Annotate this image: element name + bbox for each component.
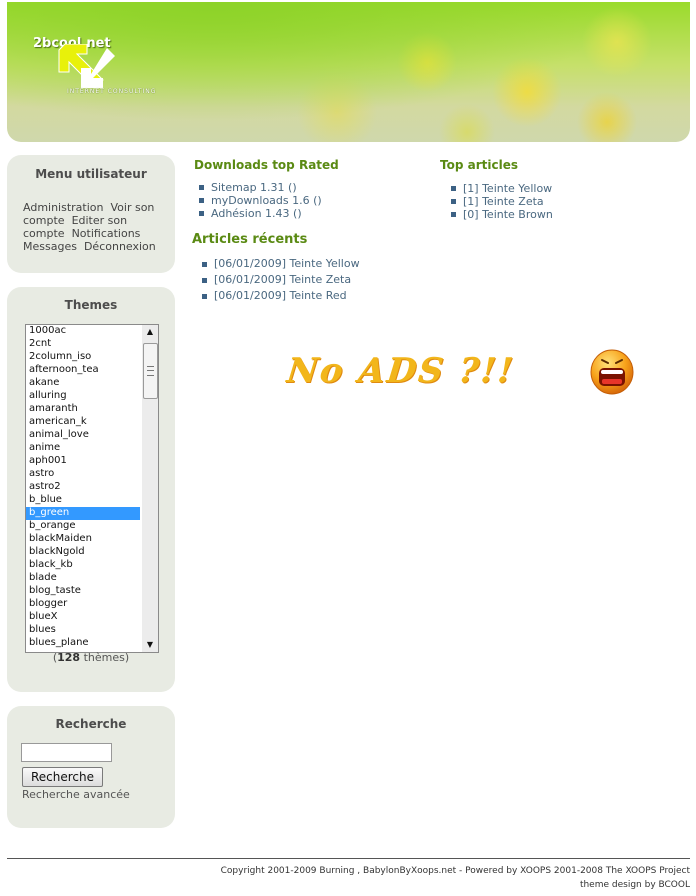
footer-theme-credit: theme design by BCOOL <box>579 880 690 890</box>
logo-subtitle: INTERNET CONSULTING <box>67 88 157 95</box>
downloads-list: Sitemap 1.31 () myDownloads 1.6 () Adhés… <box>194 181 322 220</box>
logo-arrows-icon[interactable] <box>55 44 145 92</box>
theme-option[interactable]: blogger <box>26 598 140 611</box>
theme-option[interactable]: amaranth <box>26 403 140 416</box>
list-item[interactable]: Sitemap 1.31 () <box>194 181 322 194</box>
theme-option[interactable]: blueX <box>26 611 140 624</box>
no-ads-banner: No ADS ?!! <box>284 351 517 391</box>
search-button[interactable]: Recherche <box>22 767 103 787</box>
user-menu-box: Menu utilisateur Administration Voir son… <box>7 155 175 273</box>
recent-articles-list: [06/01/2009] Teinte Yellow [06/01/2009] … <box>197 256 360 304</box>
theme-count-label: thèmes <box>83 651 125 664</box>
theme-option[interactable]: 1000ac <box>26 325 140 338</box>
scrollbar-thumb[interactable] <box>143 343 158 399</box>
theme-option[interactable]: astro <box>26 468 140 481</box>
theme-option[interactable]: aph001 <box>26 455 140 468</box>
footer-copyright: Copyright 2001-2009 Burning , BabylonByX… <box>220 866 690 876</box>
theme-option[interactable]: blues_plane <box>26 637 140 650</box>
top-articles-list: [1] Teinte Yellow [1] Teinte Zeta [0] Te… <box>446 182 553 221</box>
themes-title: Themes <box>64 298 118 312</box>
scroll-up-arrow-icon[interactable]: ▲ <box>142 325 158 339</box>
list-item[interactable]: [0] Teinte Brown <box>446 208 553 221</box>
search-input[interactable] <box>21 743 112 762</box>
menu-link-messages[interactable]: Messages <box>23 240 77 253</box>
theme-option[interactable]: b_blue <box>26 494 140 507</box>
theme-option[interactable]: animal_love <box>26 429 140 442</box>
theme-items: 1000ac 2cnt 2column_iso afternoon_tea akane a… <box>26 325 140 650</box>
theme-option[interactable]: 2cnt <box>26 338 140 351</box>
theme-option[interactable]: astro2 <box>26 481 140 494</box>
user-menu-title: Menu utilisateur <box>35 167 147 181</box>
search-box: Recherche Recherche Recherche avancée <box>7 706 175 828</box>
user-menu-links: Administration Voir son compte Editer so… <box>23 201 163 253</box>
theme-option[interactable]: black_kb <box>26 559 140 572</box>
menu-link-administration[interactable]: Administration <box>23 201 104 214</box>
theme-option[interactable]: b_orange <box>26 520 140 533</box>
list-item[interactable]: [06/01/2009] Teinte Red <box>197 288 360 304</box>
top-articles-title: Top articles <box>440 158 518 172</box>
theme-option[interactable]: blog_taste <box>26 585 140 598</box>
list-item[interactable]: myDownloads 1.6 () <box>194 194 322 207</box>
theme-option[interactable]: b_green <box>26 507 140 520</box>
menu-link-deconnexion[interactable]: Déconnexion <box>84 240 156 253</box>
screaming-smiley-icon <box>590 349 634 395</box>
search-title: Recherche <box>55 717 127 731</box>
theme-option[interactable]: anime <box>26 442 140 455</box>
advanced-search-link[interactable]: Recherche avancée <box>22 788 130 801</box>
header-banner: 2bcool.net INTERNET CONSULTING <box>7 2 690 142</box>
themes-box: Themes 1000ac 2cnt 2column_iso afternoon_te… <box>7 287 175 692</box>
theme-option[interactable]: blackMaiden <box>26 533 140 546</box>
list-item[interactable]: Adhésion 1.43 () <box>194 207 322 220</box>
theme-option[interactable]: afternoon_tea <box>26 364 140 377</box>
footer-divider <box>7 858 690 859</box>
menu-link-notifications[interactable]: Notifications <box>72 227 141 240</box>
theme-list-scrollbar[interactable]: ▲ ▼ <box>142 325 158 652</box>
theme-option[interactable]: 2column_iso <box>26 351 140 364</box>
theme-select-list[interactable]: 1000ac 2cnt 2column_iso afternoon_tea akane a… <box>25 324 159 653</box>
theme-option[interactable]: blues <box>26 624 140 637</box>
theme-option[interactable]: akane <box>26 377 140 390</box>
theme-option[interactable]: american_k <box>26 416 140 429</box>
recent-articles-title: Articles récents <box>192 232 308 247</box>
list-item[interactable]: [06/01/2009] Teinte Yellow <box>197 256 360 272</box>
theme-count-number: 128 <box>57 651 81 664</box>
list-item[interactable]: [1] Teinte Zeta <box>446 195 553 208</box>
theme-option[interactable]: blade <box>26 572 140 585</box>
theme-count: (128 thèmes) <box>52 651 130 664</box>
theme-option[interactable]: alluring <box>26 390 140 403</box>
downloads-top-rated-title: Downloads top Rated <box>194 158 339 172</box>
scrollbar-grip-icon <box>147 366 154 376</box>
scroll-down-arrow-icon[interactable]: ▼ <box>142 638 158 652</box>
theme-option[interactable]: blackNgold <box>26 546 140 559</box>
list-item[interactable]: [1] Teinte Yellow <box>446 182 553 195</box>
list-item[interactable]: [06/01/2009] Teinte Zeta <box>197 272 360 288</box>
